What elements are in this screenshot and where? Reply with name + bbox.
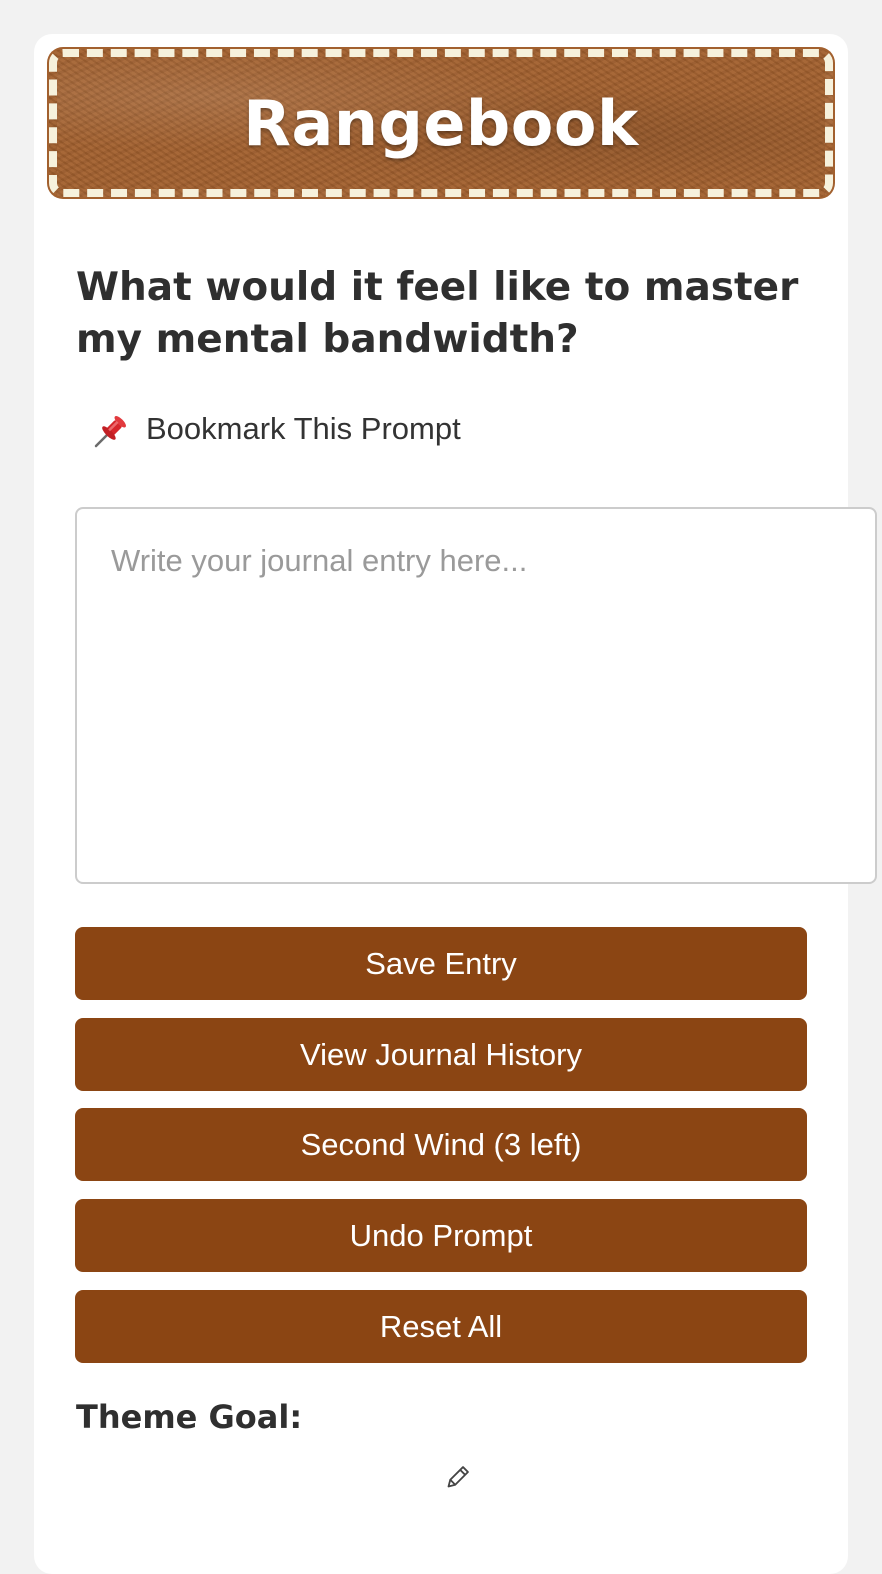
- pencil-icon[interactable]: [443, 1464, 471, 1492]
- pushpin-icon: [94, 416, 126, 448]
- save-entry-button[interactable]: Save Entry: [75, 927, 807, 1000]
- prompt-question: What would it feel like to master my men…: [76, 265, 799, 362]
- second-wind-button[interactable]: Second Wind (3 left): [75, 1108, 807, 1181]
- bookmark-label: Bookmark This Prompt: [146, 411, 461, 446]
- journal-entry-input[interactable]: [75, 507, 877, 884]
- theme-goal-label: Theme Goal:: [76, 1398, 303, 1436]
- reset-all-button[interactable]: Reset All: [75, 1290, 807, 1363]
- app-title: Rangebook: [243, 86, 639, 160]
- view-history-button[interactable]: View Journal History: [75, 1018, 807, 1091]
- app-header: Rangebook: [49, 49, 833, 197]
- undo-prompt-button[interactable]: Undo Prompt: [75, 1199, 807, 1272]
- bookmark-prompt-button[interactable]: Bookmark This Prompt: [92, 404, 461, 454]
